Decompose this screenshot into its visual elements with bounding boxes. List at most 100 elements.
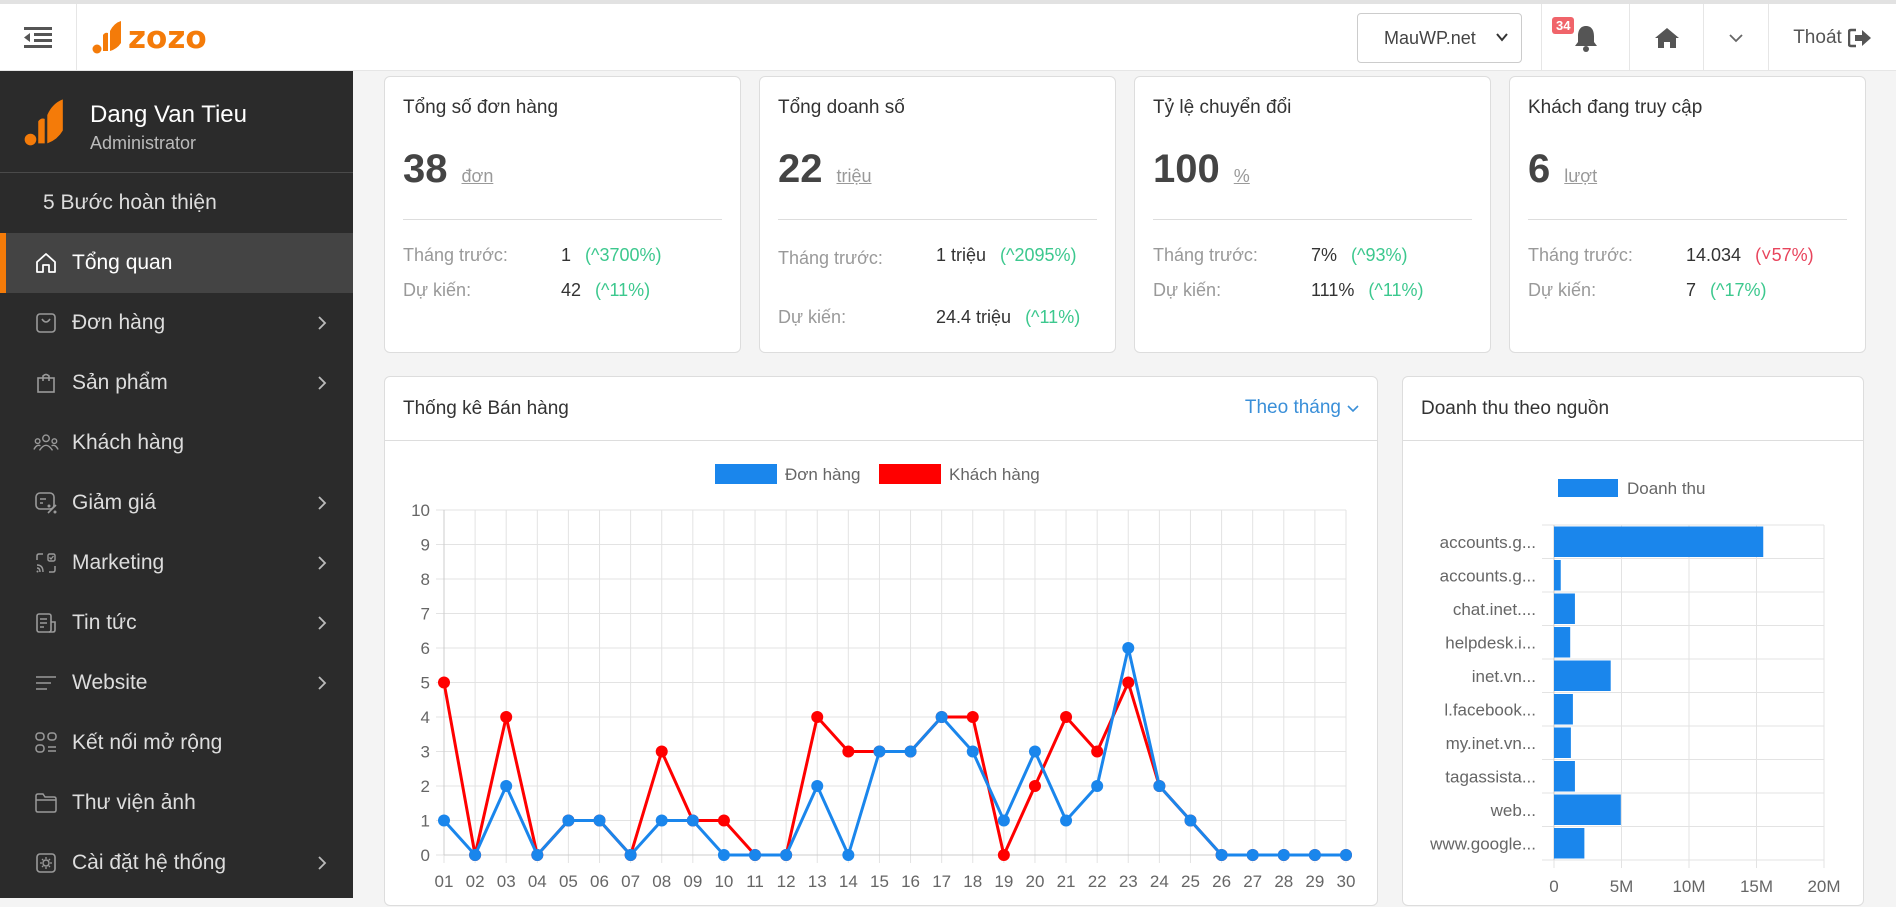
legend-swatch [1558,479,1618,497]
data-point [842,745,855,758]
forecast-change: (^11%) [1025,307,1081,327]
prev-value: 1 triệu [936,245,987,265]
sales-panel-title: Thống kê Bán hàng [403,397,569,419]
bar [1554,794,1621,825]
order-icon [33,310,59,336]
card-unit-link[interactable]: % [1234,166,1250,187]
y-tick-label: l.facebook... [1444,700,1536,719]
data-point [531,849,544,861]
site-select[interactable]: MauWP.net [1357,13,1522,63]
top-header: zozo MauWP.net 34 Thoát [0,4,1896,71]
data-point [1028,780,1041,792]
x-tick-label: 13 [808,872,827,891]
data-point [997,814,1010,827]
data-point [624,849,637,861]
data-point [1122,642,1135,654]
data-point [1060,814,1073,827]
card-forecast-row: Dự kiến: 24.4 triệu (^11%) [778,307,1080,328]
prev-value: 14.034 [1686,245,1742,265]
discount-icon [33,490,59,516]
sidebar-item-1[interactable]: Đơn hàng [0,293,353,353]
account-dropdown-button[interactable] [1703,4,1768,71]
sidebar-item-3[interactable]: Khách hàng [0,413,353,473]
prev-change: (^3700%) [585,245,662,265]
data-point [811,711,824,723]
sidebar-item-8[interactable]: Kết nối mở rộng [0,713,353,773]
setup-steps-link[interactable]: 5 Bước hoàn thiện [0,173,353,233]
data-point [873,745,886,758]
x-tick-label: 20M [1807,877,1840,896]
sidebar-item-5[interactable]: Marketing [0,533,353,593]
period-label: Theo tháng [1244,397,1341,418]
data-point [1153,780,1166,792]
legend-swatch [715,464,777,484]
chevron-right-icon [317,613,327,637]
data-point [686,814,699,827]
sidebar-item-10[interactable]: Cài đặt hệ thống [0,833,353,893]
y-tick-label: 9 [421,536,430,555]
sidebar-item-7[interactable]: Website [0,653,353,713]
brand-logo[interactable]: zozo [92,18,207,58]
home-icon [33,250,59,276]
card-value: 22 [778,147,823,191]
sidebar-item-9[interactable]: Thư viện ảnh [0,773,353,833]
stat-card: Tổng doanh số 22 triệu Tháng trước: 1 triệu (… [759,76,1116,353]
x-tick-label: 12 [777,872,796,891]
sidebar-toggle-button[interactable] [0,4,77,71]
period-dropdown[interactable]: Theo tháng [1245,397,1359,419]
forecast-label: Dự kiến: [403,280,472,300]
card-forecast-row: Dự kiến: 42 (^11%) [403,280,650,301]
x-tick-label: 15 [870,872,889,891]
notifications-button[interactable]: 34 [1541,4,1629,71]
forecast-value: 42 [561,280,582,300]
card-unit-link[interactable]: đơn [462,166,494,187]
x-tick-label: 26 [1212,872,1231,891]
revenue-bar-chart: Doanh thu 0 5M 10M 15M 20M accounts.g... accoun… [1429,479,1841,896]
x-tick-label: 27 [1243,872,1262,891]
sidebar-item-label: Kết nối mở rộng [72,731,223,754]
home-button[interactable] [1629,4,1703,71]
logout-button[interactable]: Thoát [1768,4,1896,71]
user-profile[interactable]: Dang Van Tieu Administrator [0,71,353,173]
user-role: Administrator [90,133,197,153]
y-tick-label: 1 [421,812,430,831]
forecast-value: 7 [1686,280,1697,300]
y-tick-label: 6 [421,639,430,658]
legend-swatch [879,464,941,484]
data-point [469,849,482,861]
legend-label: Đơn hàng [785,465,860,484]
y-tick-label: accounts.g... [1440,533,1536,552]
x-tick-label: 30 [1337,872,1356,891]
bar [1554,627,1571,658]
notification-badge: 34 [1552,17,1575,34]
data-point [438,676,450,689]
legend-label: Khách hàng [949,465,1040,484]
card-unit-link[interactable]: lượt [1564,166,1597,187]
sidebar-item-label: Tin tức [72,611,137,634]
sidebar-item-6[interactable]: Tin tức [0,593,353,653]
data-point [717,814,730,827]
sidebar-item-0[interactable]: Tổng quan [0,233,353,293]
data-point [997,849,1010,861]
chevron-right-icon [317,673,327,697]
x-tick-label: 05 [559,872,578,891]
y-tick-label: 4 [421,708,430,727]
y-tick-label: 5 [421,674,430,693]
logout-label: Thoát [1793,26,1842,48]
y-tick-label: 10 [411,501,430,520]
bar [1554,593,1575,624]
chevron-right-icon [317,853,327,877]
sidebar-item-label: Giảm giá [72,491,157,514]
data-point [1028,745,1041,758]
stat-card: Tỷ lệ chuyển đổi 100% Tháng trước: 7% (^93%)… [1134,76,1491,353]
sidebar-item-4[interactable]: Giảm giá [0,473,353,533]
data-point [904,745,917,758]
chevron-right-icon [317,553,327,577]
chevron-right-icon [317,373,327,397]
sidebar-item-label: Đơn hàng [72,311,166,334]
data-point [811,780,824,792]
data-point [1215,849,1228,861]
sidebar-item-2[interactable]: Sản phẩm [0,353,353,413]
x-tick-label: 06 [590,872,609,891]
card-unit-link[interactable]: triệu [837,166,872,187]
